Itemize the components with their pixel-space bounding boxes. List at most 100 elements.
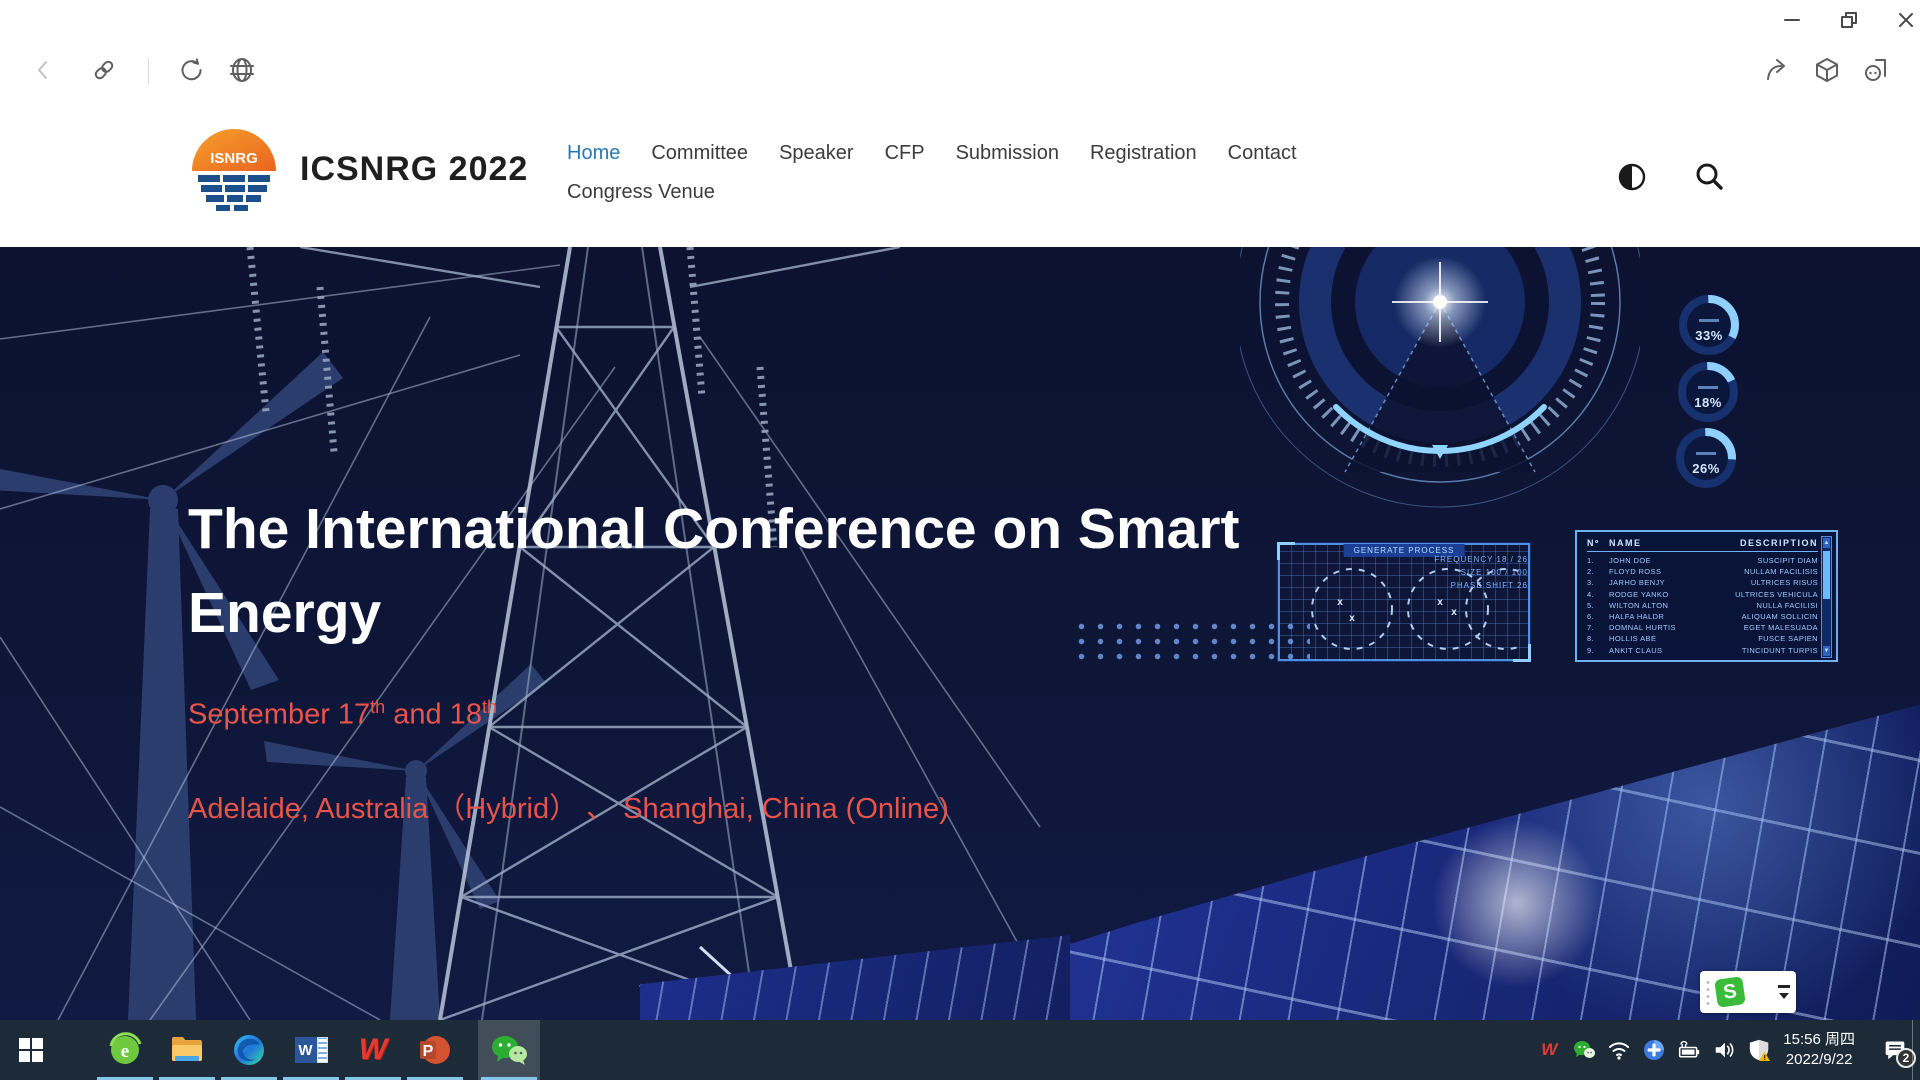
taskbar-word-button[interactable]: W — [280, 1020, 342, 1080]
tray-wps-icon[interactable]: W — [1538, 1039, 1560, 1061]
table-row: 6.HALFA HALDRALIQUAM SOLLICIN — [1587, 611, 1818, 622]
window-titlebar[interactable] — [0, 0, 1920, 40]
svg-text:P: P — [423, 1043, 434, 1060]
refresh-button[interactable] — [174, 52, 210, 88]
open-in-browser-icon[interactable] — [224, 52, 260, 88]
hero-banner: 33% 18% 26% — [0, 247, 1920, 1020]
date-ordinal: th — [482, 697, 497, 717]
start-button[interactable] — [0, 1020, 62, 1080]
table-row: 1.JOHN DOESUSCIPIT DIAM — [1587, 555, 1818, 566]
clock-date: 2022/9/22 — [1783, 1050, 1855, 1070]
back-button[interactable] — [26, 52, 62, 88]
taskbar-powerpoint-button[interactable]: P — [404, 1020, 466, 1080]
tray-wifi-icon[interactable] — [1608, 1039, 1630, 1061]
hud-gauge-3: 26% — [1673, 425, 1739, 491]
taskbar-wps-button[interactable]: W — [342, 1020, 404, 1080]
clock-time: 15:56 周四 — [1783, 1030, 1855, 1050]
hero-location: Adelaide, Australia （Hybrid） 、 Shanghai,… — [188, 785, 949, 827]
plugin-s-logo[interactable]: S — [1714, 976, 1746, 1008]
site-header: ISNRG ICSNRG 2022 Home Committee Speaker… — [0, 100, 1920, 247]
powerpoint-icon: P — [417, 1032, 453, 1068]
taskbar-wechat-button[interactable] — [478, 1020, 540, 1080]
tray-wechat-icon[interactable] — [1573, 1039, 1595, 1061]
tray-volume-icon[interactable] — [1713, 1039, 1735, 1061]
table-row: 3.JARHO BENJYULTRICES RISUS — [1587, 577, 1818, 588]
hud-stat-size: SIZE 100 / 100 — [1368, 566, 1528, 579]
gauge-value: 26% — [1673, 461, 1739, 476]
restore-button[interactable] — [1832, 6, 1866, 34]
nav-item-cfp[interactable]: CFP — [885, 138, 925, 168]
taskbar: e — [0, 1020, 1920, 1080]
hero-title: The International Conference on Smart En… — [188, 487, 1418, 655]
close-button[interactable] — [1889, 6, 1920, 34]
file-explorer-icon — [169, 1032, 205, 1068]
wechat-icon — [490, 1033, 528, 1067]
word-icon: W — [295, 1037, 328, 1063]
windows-logo-icon — [17, 1036, 45, 1064]
contrast-toggle-icon[interactable] — [1615, 160, 1649, 194]
hud-gauge-1: 33% — [1676, 292, 1742, 358]
tray-antivirus-icon[interactable] — [1643, 1039, 1665, 1061]
hud-stat-phase: PHASE SHIFT 26 — [1368, 579, 1528, 592]
hud-table-header: Nº NAME DESCRIPTION — [1587, 538, 1818, 552]
widget-minimize-button[interactable] — [1778, 985, 1790, 988]
nav-item-home[interactable]: Home — [567, 138, 620, 168]
hud-stats: FREQUENCY 18 / 26 SIZE 100 / 100 PHASE S… — [1368, 553, 1528, 592]
scroll-thumb — [1823, 551, 1830, 599]
svg-text:ISNRG: ISNRG — [210, 150, 258, 167]
svg-text:x: x — [1437, 597, 1443, 608]
gauge-label-bar — [1698, 386, 1718, 389]
taskbar-file-explorer-button[interactable] — [156, 1020, 218, 1080]
table-row: 9.ANKIT CLAUSTINCIDUNT TURPIS — [1587, 645, 1818, 656]
tray-defender-icon[interactable] — [1748, 1039, 1770, 1061]
edge-icon — [231, 1032, 267, 1068]
taskbar-clock[interactable]: 15:56 周四 2022/9/22 — [1783, 1030, 1855, 1070]
floating-plugin-widget[interactable]: S — [1700, 971, 1796, 1013]
search-icon[interactable] — [1692, 160, 1726, 194]
ie-green-browser-icon: e — [107, 1032, 143, 1068]
svg-text:e: e — [121, 1041, 129, 1062]
hero-dates: September 17th and 18th — [188, 697, 497, 732]
hud-table-scrollbar: ▲ ▼ — [1821, 536, 1832, 658]
table-row: 5.WILTON ALTONNULLA FACILISI — [1587, 600, 1818, 611]
gauge-value: 18% — [1675, 395, 1741, 410]
widget-drag-handle[interactable] — [1706, 979, 1710, 1005]
copy-link-icon[interactable] — [86, 52, 122, 88]
nav-item-congress-venue[interactable]: Congress Venue — [567, 177, 715, 207]
float-window-icon[interactable] — [1858, 52, 1894, 88]
date-text: September 17 — [188, 699, 370, 731]
hud-data-table: Nº NAME DESCRIPTION 1.JOHN DOESUSCIPIT D… — [1575, 530, 1838, 662]
scroll-down-arrow: ▼ — [1823, 646, 1830, 656]
hud-gauge-2: 18% — [1675, 359, 1741, 425]
date-ordinal: th — [370, 697, 385, 717]
minimize-button[interactable] — [1775, 6, 1809, 34]
nav-item-speaker[interactable]: Speaker — [779, 138, 854, 168]
site-title: ICSNRG 2022 — [300, 150, 528, 189]
conference-logo: ISNRG — [190, 127, 278, 215]
nav-item-registration[interactable]: Registration — [1090, 138, 1197, 168]
main-navigation: Home Committee Speaker CFP Submission Re… — [567, 138, 1437, 207]
hud-stat-frequency: FREQUENCY 18 / 26 — [1368, 553, 1528, 566]
gauge-value: 33% — [1676, 328, 1742, 343]
share-button[interactable] — [1760, 52, 1796, 88]
screen: ISNRG ICSNRG 2022 Home Committee Speaker… — [0, 0, 1920, 1080]
notification-center-button[interactable]: 2 — [1884, 1039, 1906, 1061]
date-text: and 18 — [385, 699, 482, 731]
nav-item-committee[interactable]: Committee — [651, 138, 748, 168]
browser-toolbar — [0, 40, 1920, 100]
mini-program-cube-icon[interactable] — [1809, 52, 1845, 88]
widget-dropdown-arrow[interactable] — [1779, 993, 1789, 999]
taskbar-ie-browser-button[interactable]: e — [94, 1020, 156, 1080]
table-row: 8.HOLLIS ABEFUSCE SAPIEN — [1587, 633, 1818, 644]
taskbar-edge-button[interactable] — [218, 1020, 280, 1080]
svg-text:x: x — [1451, 607, 1457, 618]
system-tray: W — [1538, 1020, 1906, 1080]
wps-office-icon: W — [359, 1035, 387, 1065]
nav-item-submission[interactable]: Submission — [956, 138, 1059, 168]
toolbar-divider — [148, 58, 149, 84]
nav-item-contact[interactable]: Contact — [1228, 138, 1297, 168]
scroll-up-arrow: ▲ — [1823, 538, 1830, 548]
show-desktop-button[interactable] — [1912, 1020, 1920, 1080]
gauge-label-bar — [1699, 319, 1719, 322]
tray-battery-icon[interactable] — [1678, 1039, 1700, 1061]
